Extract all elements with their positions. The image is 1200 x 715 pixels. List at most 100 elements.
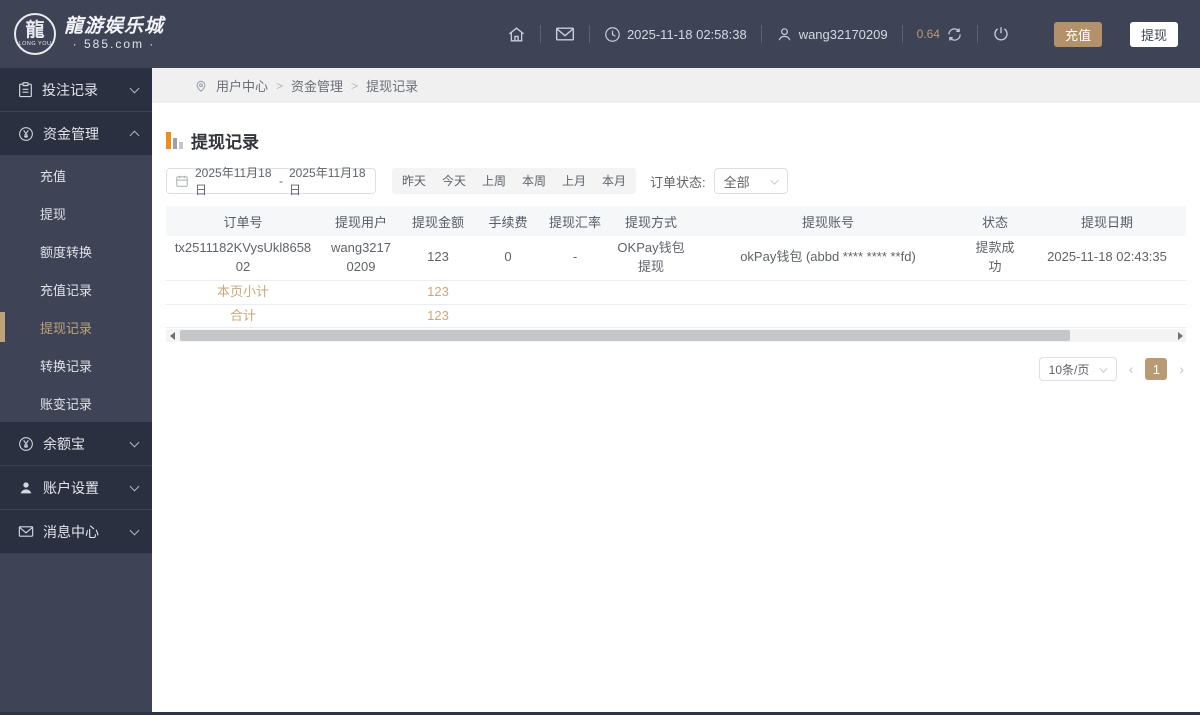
chevron-down-icon bbox=[129, 83, 140, 93]
sidebar-item-account-change-records[interactable]: 账变记录 bbox=[0, 384, 152, 422]
topbar: 龍 LONG YOU 龍游娱乐城 · 585.com · 2025-11-18 … bbox=[0, 0, 1200, 68]
envelope-icon bbox=[18, 525, 34, 538]
order-status-label: 订单状态: bbox=[650, 174, 706, 190]
brand-domain: · 585.com · bbox=[72, 36, 156, 51]
sidebar-group-label: 消息中心 bbox=[43, 523, 99, 540]
sidebar-item-withdraw[interactable]: 提现 bbox=[0, 194, 152, 232]
user-icon bbox=[776, 26, 793, 43]
order-status-select[interactable]: 全部 bbox=[713, 168, 788, 194]
dragon-logo-icon: 龍 LONG YOU bbox=[14, 13, 56, 55]
brand-name: 龍游娱乐城 bbox=[64, 15, 165, 37]
clock-icon bbox=[604, 26, 621, 43]
order-status-value: 全部 bbox=[723, 174, 750, 190]
quick-range-last-week[interactable]: 上周 bbox=[474, 168, 514, 194]
quick-range-this-month[interactable]: 本月 bbox=[594, 168, 634, 194]
home-icon[interactable] bbox=[507, 25, 526, 44]
chevron-down-icon bbox=[129, 437, 140, 447]
breadcrumb: 用户中心 > 资金管理 > 提现记录 bbox=[152, 68, 1200, 103]
sidebar-group-betting-records[interactable]: 投注记录 bbox=[0, 68, 152, 112]
withdraw-records-table: 订单号 提现用户 提现金额 手续费 提现汇率 提现方式 提现账号 状态 提现日期… bbox=[166, 206, 1186, 329]
col-status: 状态 bbox=[962, 206, 1028, 236]
sidebar-item-quota-transfer[interactable]: 额度转换 bbox=[0, 232, 152, 270]
pagination: 10条/页 ‹ 1 › bbox=[166, 357, 1186, 382]
subtotal-row: 本页小计 123 bbox=[166, 280, 1186, 305]
scroll-left-arrow[interactable] bbox=[166, 329, 178, 343]
brand-logo[interactable]: 龍 LONG YOU 龍游娱乐城 · 585.com · bbox=[14, 13, 164, 55]
table-header-row: 订单号 提现用户 提现金额 手续费 提现汇率 提现方式 提现账号 状态 提现日期 bbox=[166, 206, 1186, 236]
subtotal-label: 本页小计 bbox=[166, 280, 320, 305]
logout-power-icon[interactable] bbox=[992, 25, 1010, 43]
page-title: 提现记录 bbox=[191, 132, 259, 152]
mail-icon[interactable] bbox=[555, 26, 575, 42]
chevron-down-icon bbox=[129, 481, 140, 491]
cell-fee: 0 bbox=[474, 236, 542, 281]
server-time: 2025-11-18 02:58:38 bbox=[604, 26, 747, 43]
sidebar-group-yuebao[interactable]: 余额宝 bbox=[0, 422, 152, 466]
cell-withdraw-method: OKPay钱包提现 bbox=[608, 236, 694, 281]
quick-range-yesterday[interactable]: 昨天 bbox=[394, 168, 434, 194]
breadcrumb-withdraw-records: 提现记录 bbox=[366, 79, 419, 94]
cell-order-no: tx2511182KVysUkl865802 bbox=[166, 236, 320, 281]
sidebar-item-withdraw-records[interactable]: 提现记录 bbox=[0, 308, 152, 346]
yen-circle-icon bbox=[18, 436, 34, 452]
quick-range-group: 昨天 今天 上周 本周 上月 本月 bbox=[392, 168, 636, 194]
cell-withdraw-user: wang32170209 bbox=[320, 236, 402, 281]
date-separator: - bbox=[279, 174, 283, 188]
divider bbox=[588, 25, 590, 43]
withdraw-button[interactable]: 提现 bbox=[1129, 21, 1178, 47]
col-fee: 手续费 bbox=[474, 206, 542, 236]
col-withdraw-amount: 提现金额 bbox=[402, 206, 474, 236]
col-withdraw-user: 提现用户 bbox=[320, 206, 402, 236]
server-time-text: 2025-11-18 02:58:38 bbox=[626, 26, 747, 42]
deposit-button[interactable]: 充值 bbox=[1053, 21, 1102, 47]
balance-amount: 0.64 bbox=[916, 27, 940, 41]
chevron-down-icon bbox=[129, 525, 140, 535]
quick-range-this-week[interactable]: 本周 bbox=[514, 168, 554, 194]
date-start: 2025年11月18日 bbox=[195, 166, 272, 197]
location-pin-icon bbox=[194, 78, 208, 94]
total-row: 合计 123 bbox=[166, 304, 1186, 329]
table-row: tx2511182KVysUkl865802 wang32170209 123 … bbox=[166, 236, 1186, 281]
breadcrumb-user-center[interactable]: 用户中心 bbox=[216, 76, 268, 95]
col-withdraw-account: 提现账号 bbox=[694, 206, 962, 236]
funds-submenu: 充值 提现 额度转换 充值记录 提现记录 转换记录 账变记录 bbox=[0, 156, 152, 422]
chevron-down-icon bbox=[769, 175, 779, 185]
refresh-balance-icon[interactable] bbox=[946, 26, 963, 43]
breadcrumb-separator: > bbox=[351, 78, 359, 93]
sidebar-group-account-settings[interactable]: 账户设置 bbox=[0, 466, 152, 510]
breadcrumb-funds-management[interactable]: 资金管理 bbox=[291, 76, 343, 95]
col-withdraw-date: 提现日期 bbox=[1028, 206, 1186, 236]
sidebar-group-label: 投注记录 bbox=[42, 81, 98, 98]
cell-withdraw-amount: 123 bbox=[402, 236, 474, 281]
sidebar-item-deposit[interactable]: 充值 bbox=[0, 156, 152, 194]
divider bbox=[901, 25, 903, 43]
date-range-picker[interactable]: 2025年11月18日 - 2025年11月18日 bbox=[166, 166, 376, 197]
username-text: wang32170209 bbox=[798, 26, 888, 42]
breadcrumb-separator: > bbox=[276, 78, 284, 93]
sidebar-item-transfer-records[interactable]: 转换记录 bbox=[0, 346, 152, 384]
cell-withdraw-date: 2025-11-18 02:43:35 bbox=[1028, 236, 1186, 281]
main-content: 用户中心 > 资金管理 > 提现记录 提现记录 2025年11月18日 - 20… bbox=[152, 68, 1200, 712]
page-size-select[interactable]: 10条/页 bbox=[1038, 357, 1117, 382]
scroll-right-arrow[interactable] bbox=[1174, 329, 1186, 343]
chevron-up-icon bbox=[129, 130, 140, 141]
horizontal-scrollbar bbox=[166, 329, 1186, 343]
current-page-button[interactable]: 1 bbox=[1145, 358, 1168, 381]
divider bbox=[976, 25, 978, 43]
col-exchange-rate: 提现汇率 bbox=[542, 206, 608, 236]
user-account[interactable]: wang32170209 bbox=[776, 26, 888, 43]
prev-page-icon[interactable]: ‹ bbox=[1127, 361, 1136, 377]
calendar-icon bbox=[175, 174, 189, 188]
quick-range-last-month[interactable]: 上月 bbox=[554, 168, 594, 194]
dragon-glyph: 龍 bbox=[25, 19, 45, 41]
brand-badge-text: LONG YOU bbox=[18, 40, 52, 47]
next-page-icon[interactable]: › bbox=[1177, 361, 1186, 377]
sidebar-group-message-center[interactable]: 消息中心 bbox=[0, 510, 152, 554]
sidebar-item-deposit-records[interactable]: 充值记录 bbox=[0, 270, 152, 308]
scrollbar-track[interactable] bbox=[178, 329, 1174, 343]
cell-withdraw-account: okPay钱包 (abbd **** **** **fd) bbox=[694, 236, 962, 281]
quick-range-today[interactable]: 今天 bbox=[434, 168, 474, 194]
sidebar-group-funds-management[interactable]: 资金管理 bbox=[0, 112, 152, 156]
scrollbar-thumb[interactable] bbox=[180, 330, 1070, 342]
col-order-no: 订单号 bbox=[166, 206, 320, 236]
